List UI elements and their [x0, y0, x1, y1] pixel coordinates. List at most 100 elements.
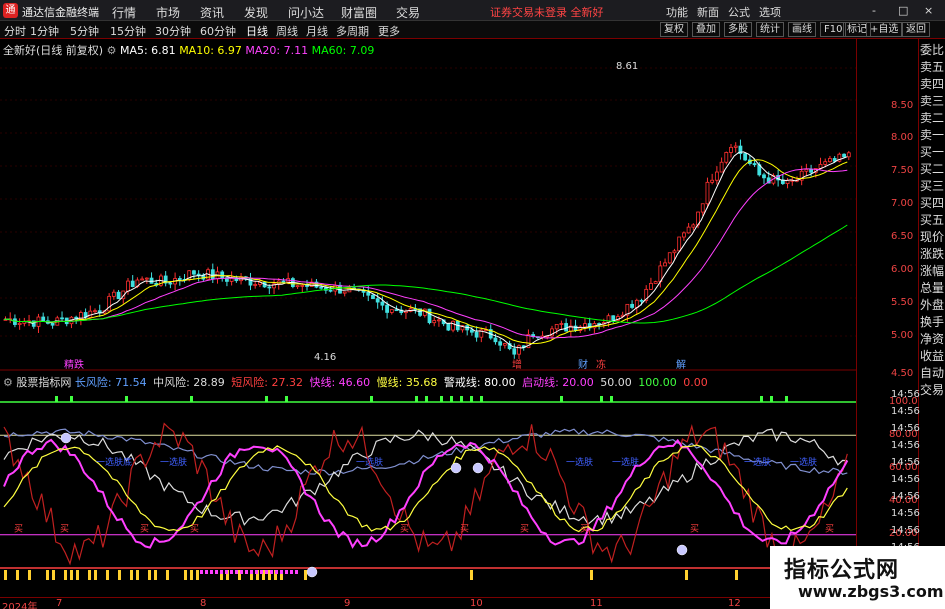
side-panel-item[interactable]: 净资 — [920, 332, 945, 346]
signal-label: 财 — [578, 358, 588, 371]
side-panel-item[interactable]: 买一 — [920, 145, 945, 159]
candle-body — [17, 322, 22, 325]
ma5-label: MA5: 6.81 — [119, 44, 176, 57]
smiley-icon — [472, 462, 484, 474]
kline-chart[interactable]: 8.61 4.16 精跌 增 财冻 解一选肤底 一选肤 一选肤 一选肤 一选肤 一选肤 一选肤买 买 买 买… — [0, 0, 856, 609]
side-panel-item[interactable]: 换手 — [920, 315, 945, 329]
candle-body — [630, 303, 634, 308]
green-tick — [415, 396, 418, 402]
side-panel-item[interactable]: 卖四 — [920, 77, 945, 91]
close-icon[interactable]: × — [924, 4, 933, 17]
side-panel-item[interactable]: 收益 — [920, 349, 945, 363]
side-panel-item[interactable]: 买四 — [920, 196, 945, 210]
indicator-legend-item: 0.00 — [679, 376, 708, 389]
green-tick — [450, 396, 453, 402]
date-tick-label: 8 — [200, 598, 207, 609]
candle-body — [437, 319, 441, 322]
magenta-bar — [250, 570, 253, 574]
yellow-bar — [16, 570, 19, 580]
yellow-bar — [88, 570, 91, 580]
side-panel-item[interactable]: 自动 — [920, 366, 945, 380]
indicator-name[interactable]: 股票指标网 — [16, 376, 71, 389]
magenta-bar — [200, 570, 203, 574]
indicator-legend-item: 快线: 46.60 — [305, 376, 371, 389]
side-panel-item[interactable]: 涨跌 — [920, 247, 945, 261]
candle-body — [371, 294, 375, 300]
candle-body — [846, 152, 851, 158]
side-panel-item[interactable]: 总量 — [920, 281, 945, 295]
price-tick-label: 7.00 — [891, 198, 914, 209]
magenta-bar — [240, 570, 243, 574]
buy-signal-mark: 买 — [460, 523, 469, 534]
yellow-bar — [304, 570, 307, 580]
candle-body — [842, 153, 846, 158]
maximize-icon[interactable]: □ — [898, 4, 908, 17]
price-tick-label: 6.50 — [891, 231, 914, 242]
date-tick-label: 9 — [344, 598, 351, 609]
yellow-bar — [190, 570, 193, 580]
buy-signal-mark: 买 — [140, 523, 149, 534]
green-tick — [70, 396, 73, 402]
yellow-bar — [166, 570, 169, 580]
candle-body — [295, 285, 300, 288]
price-tick-label: 8.00 — [891, 132, 914, 143]
low-price-marker: 4.16 — [314, 352, 336, 363]
magenta-bar — [225, 570, 228, 574]
ma10-label: MA10: 6.97 — [179, 44, 242, 57]
side-panel-item[interactable]: 卖三 — [920, 94, 945, 108]
btn-add-watch[interactable]: +自选 — [866, 22, 903, 37]
candle-body — [559, 323, 564, 325]
side-panel-item[interactable]: 外盘 — [920, 298, 945, 312]
stock-name: 全新好(日线 前复权) — [3, 44, 104, 57]
yellow-bar — [118, 570, 121, 580]
candle-body — [733, 145, 738, 148]
side-panel-item[interactable]: 卖五 — [920, 60, 945, 74]
side-panel-item[interactable]: 现价 — [920, 230, 945, 244]
buy-signal-mark: 买 — [520, 523, 529, 534]
side-panel-item[interactable]: 涨幅 — [920, 264, 945, 278]
candle-body — [192, 270, 196, 275]
date-axis: 2024年 7 8 9 10 11 12 — [0, 597, 856, 609]
yellow-bar — [130, 570, 133, 580]
candle-body — [611, 315, 616, 321]
side-panel-item[interactable]: 交易 — [920, 383, 945, 397]
candle-body — [328, 289, 333, 292]
side-panel-item[interactable]: 买五 — [920, 213, 945, 227]
time-readout: 14:56 — [891, 474, 920, 485]
candle-body — [639, 299, 644, 302]
stock-terminal-window: 通 通达信金融终端 行情 市场 资讯 发现 问小达 财富圈 交易 证券交易未登录… — [0, 0, 945, 609]
side-panel-item[interactable]: 买二 — [920, 162, 945, 176]
time-readout: 14:56 — [891, 491, 920, 502]
candle-body — [210, 269, 215, 280]
candle-body — [554, 324, 559, 330]
date-tick-label: 7 — [56, 598, 63, 609]
price-tick-label: 7.50 — [891, 165, 914, 176]
candle-body — [667, 252, 672, 264]
candle-body — [427, 308, 432, 324]
gear-icon[interactable]: ⚙ — [3, 376, 13, 389]
magenta-bar — [255, 570, 258, 574]
indicator-signal-label: 一选肤 — [566, 456, 593, 468]
side-panel-item[interactable]: 委比 — [920, 43, 945, 57]
settings-gear-icon[interactable]: ⚙ — [107, 44, 117, 57]
side-panel-item[interactable]: 卖二 — [920, 111, 945, 125]
magenta-bar — [205, 570, 208, 574]
buy-signal-mark: 买 — [825, 523, 834, 534]
magenta-bar — [245, 570, 248, 574]
candle-body — [700, 203, 705, 213]
minimize-icon[interactable]: - — [872, 4, 876, 17]
indicator-legend-item: 警戒线: 80.00 — [440, 376, 516, 389]
yellow-bar — [148, 570, 151, 580]
candle-body — [653, 281, 658, 284]
indicator-signal-label: 一选肤底 — [96, 456, 132, 468]
candle-body — [502, 343, 507, 346]
price-tick-label: 5.00 — [891, 330, 914, 341]
yellow-bar — [735, 570, 738, 580]
candle-body — [649, 283, 653, 290]
candle-body — [177, 278, 182, 280]
candle-body — [93, 310, 97, 313]
candle-body — [88, 310, 93, 318]
btn-back[interactable]: 返回 — [902, 22, 930, 37]
side-panel-item[interactable]: 买三 — [920, 179, 945, 193]
side-panel-item[interactable]: 卖一 — [920, 128, 945, 142]
